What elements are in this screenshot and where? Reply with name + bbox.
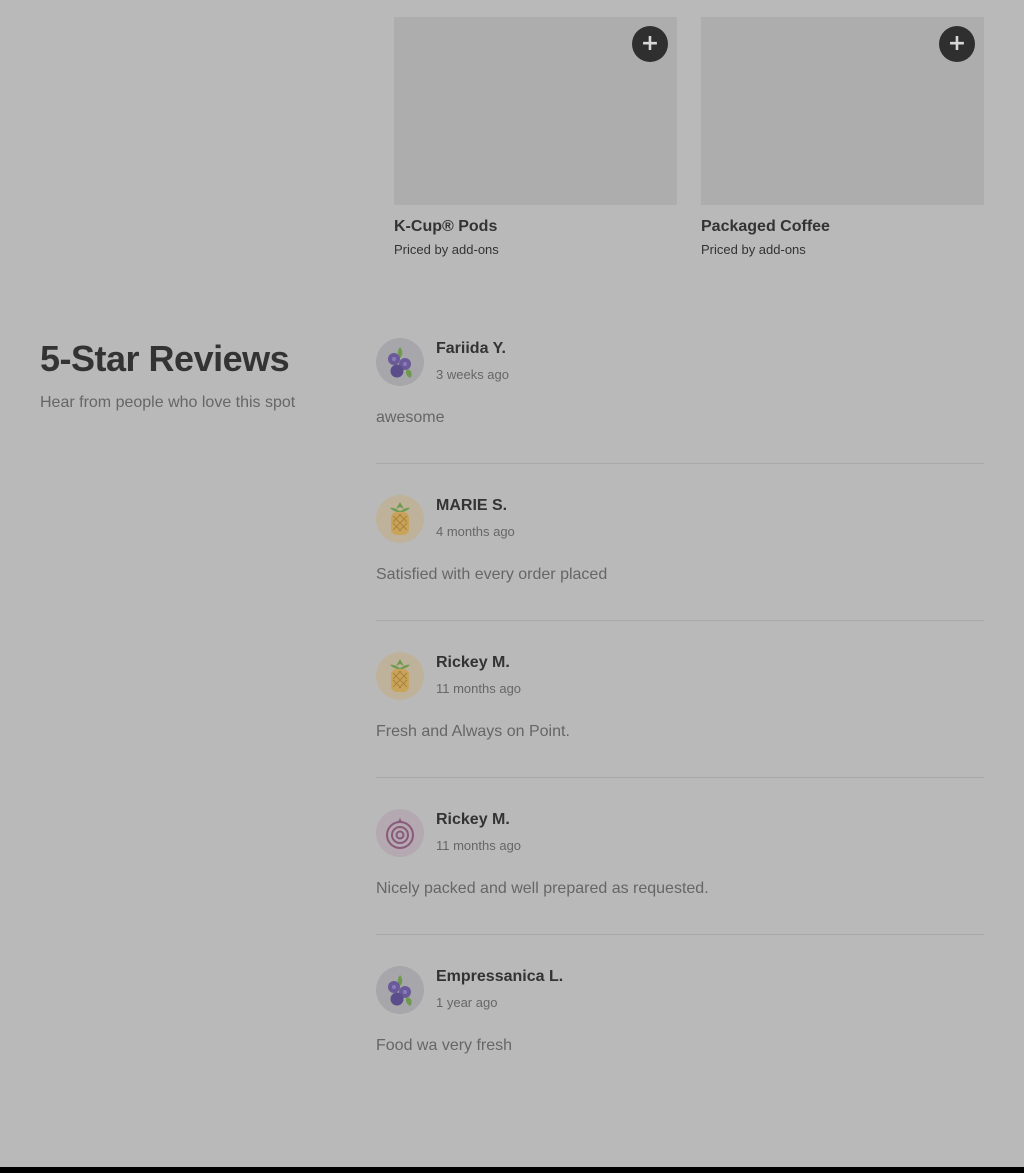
bottom-edge-bar [0,1167,1024,1173]
pineapple-icon [376,652,424,700]
product-image[interactable]: + [701,17,984,205]
review-time: 11 months ago [436,838,522,853]
product-name: Packaged Coffee [701,218,830,235]
reviewer-name: MARIE S. [436,497,508,514]
review-text: Nicely packed and well prepared as reque… [376,880,709,897]
review-text: Food wa very fresh [376,1037,513,1054]
product-price: Priced by add-ons [701,242,806,257]
reviewer-name: Fariida Y. [436,340,506,357]
product-image[interactable]: + [394,17,677,205]
product-card-packaged-coffee[interactable]: + Packaged Coffee Priced by add-ons [701,17,984,257]
review-item: MARIE S. 4 months ago Satisfied with eve… [376,495,984,621]
review-time: 4 months ago [436,524,515,539]
review-text: awesome [376,409,445,426]
product-name: K-Cup® Pods [394,218,498,235]
reviews-subtitle: Hear from people who love this spot [40,394,296,411]
plus-icon: + [640,31,660,56]
review-item: Rickey M. 11 months ago Nicely packed an… [376,809,984,935]
pineapple-icon [376,495,424,543]
reviews-title: 5-Star Reviews [40,338,290,379]
review-text: Fresh and Always on Point. [376,723,570,740]
review-item: Rickey M. 11 months ago Fresh and Always… [376,652,984,778]
reviewer-name: Empressanica L. [436,968,564,985]
reviewer-name: Rickey M. [436,811,510,828]
review-time: 11 months ago [436,681,522,696]
review-time: 3 weeks ago [436,367,509,382]
review-list: Fariida Y. 3 weeks ago awesome MARIE S. … [376,338,984,1122]
reviews-heading: 5-Star Reviews Hear from people who love… [40,338,295,412]
product-card-kcup-pods[interactable]: + K-Cup® Pods Priced by add-ons [394,17,677,257]
blueberry-icon [376,338,424,386]
blueberry-icon [376,966,424,1014]
review-text: Satisfied with every order placed [376,566,608,583]
review-item: Empressanica L. 1 year ago Food wa very … [376,966,984,1091]
add-to-cart-button[interactable]: + [632,26,668,62]
review-item: Fariida Y. 3 weeks ago awesome [376,338,984,464]
review-time: 1 year ago [436,995,498,1010]
product-price: Priced by add-ons [394,242,499,257]
add-to-cart-button[interactable]: + [939,26,975,62]
reviewer-name: Rickey M. [436,654,510,671]
onion-icon [376,809,424,857]
plus-icon: + [947,31,967,56]
product-carousel: + K-Cup® Pods Priced by add-ons + Packag… [394,17,984,257]
